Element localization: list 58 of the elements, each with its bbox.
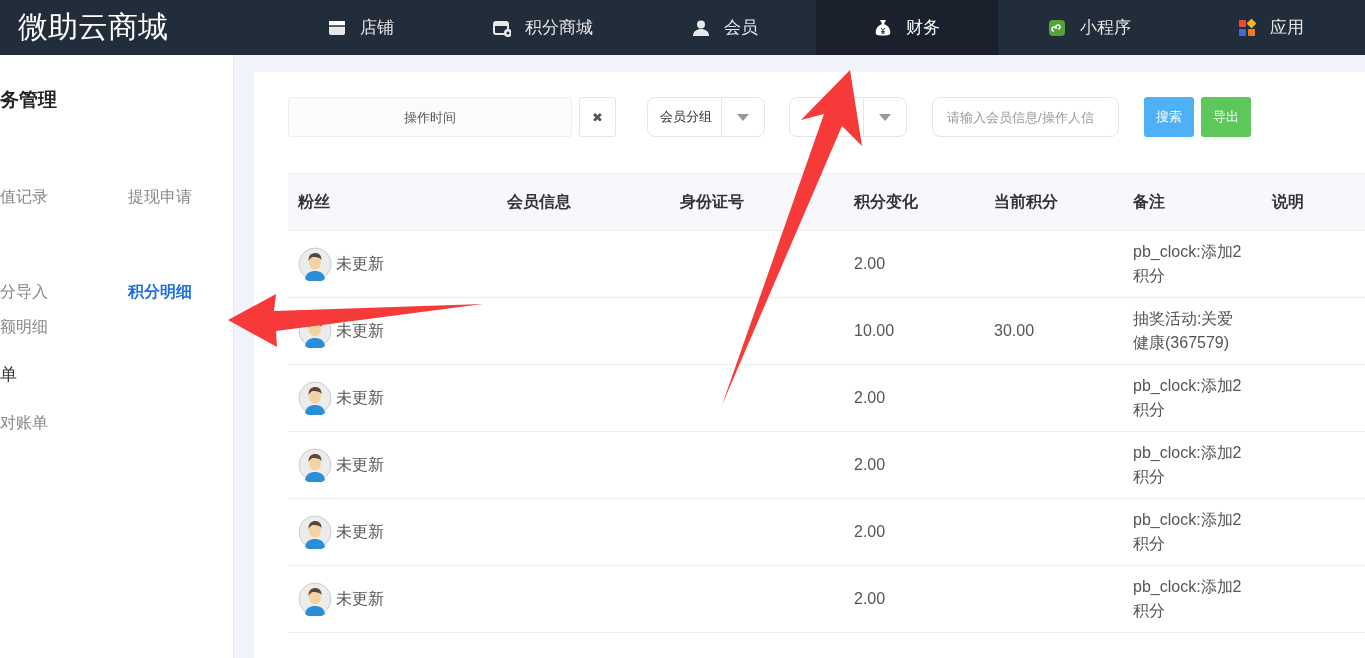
sidebar-item[interactable]: 分导入 xyxy=(0,283,48,301)
nav-tab[interactable]: 财务 xyxy=(816,0,998,55)
money-bag-icon xyxy=(874,18,892,37)
nav-tab[interactable]: 小程序 xyxy=(998,0,1180,55)
caret-icon xyxy=(737,113,749,121)
avatar-icon xyxy=(298,381,332,415)
table-cell-text: pb_clock:添加2积分 xyxy=(1132,242,1243,286)
table-cell-text: pb_clock:添加2积分 xyxy=(1132,376,1243,420)
sidebar-title: 务管理 xyxy=(0,89,58,111)
table-cell-text: 抽奖活动:关爱健康(367579) xyxy=(1132,309,1235,353)
store-icon xyxy=(328,18,346,37)
table-cell-text: 2.00 xyxy=(853,255,887,273)
sidebar-item[interactable]: 值记录 xyxy=(0,188,48,206)
sidebar-item[interactable]: 提现申请 xyxy=(128,188,192,206)
apps-icon xyxy=(1238,18,1256,37)
table-cell-text: 2.00 xyxy=(853,590,887,608)
table-cell-text: 2.00 xyxy=(853,456,887,474)
date-field[interactable]: 操作时间 xyxy=(288,97,572,137)
nav-tab[interactable]: 应用 xyxy=(1180,0,1362,55)
avatar-icon xyxy=(298,515,332,549)
column-header: 备注 xyxy=(1132,191,1166,212)
avatar-icon xyxy=(298,448,332,482)
table-cell-text: 2.00 xyxy=(853,523,887,541)
store-gear-icon xyxy=(493,18,511,37)
search-field[interactable]: 请输入会员信息/操作人信 xyxy=(932,97,1119,137)
nav-tab[interactable]: 积分商城 xyxy=(452,0,634,55)
fan-name: 未更新 xyxy=(336,320,384,341)
nav-tab[interactable]: 会员 xyxy=(634,0,816,55)
column-header: 会员信息 xyxy=(506,191,572,212)
column-header: 粉丝 xyxy=(297,191,331,212)
group-select[interactable]: 会员分组 xyxy=(647,97,765,137)
logo-text: 微助云商城 xyxy=(17,9,169,45)
avatar-icon xyxy=(298,582,332,616)
table-cell-text: 10.00 xyxy=(853,322,896,340)
fan-name: 未更新 xyxy=(336,387,384,408)
fan-name: 未更新 xyxy=(336,253,384,274)
fan-name: 未更新 xyxy=(336,588,384,609)
mini-program-icon xyxy=(1047,18,1066,37)
sidebar-item[interactable]: 额明细 xyxy=(0,318,48,336)
clear-button[interactable]: ✖ xyxy=(579,97,616,137)
sidebar-item[interactable]: 积分明细 xyxy=(128,283,192,301)
column-header: 说明 xyxy=(1270,191,1305,212)
sidebar-item[interactable]: 对账单 xyxy=(0,414,48,432)
avatar-icon xyxy=(298,247,332,281)
nav-tab[interactable]: 店铺 xyxy=(270,0,452,55)
table-cell-text: 30.00 xyxy=(993,322,1036,340)
table-cell-text: pb_clock:添加2积分 xyxy=(1132,510,1243,554)
column-header: 积分变化 xyxy=(852,191,919,212)
fan-name: 未更新 xyxy=(336,454,384,475)
person-icon xyxy=(692,18,710,37)
column-header: 身份证号 xyxy=(679,191,745,212)
column-header: 当前积分 xyxy=(993,191,1059,212)
table-cell-text: 2.00 xyxy=(853,389,887,407)
sidebar-heading: 单 xyxy=(0,366,18,384)
table-cell-text: pb_clock:添加2积分 xyxy=(1132,443,1243,487)
fan-name: 未更新 xyxy=(336,521,384,542)
table-cell-text: pb_clock:添加2积分 xyxy=(1132,577,1243,621)
caret-icon xyxy=(879,113,891,121)
